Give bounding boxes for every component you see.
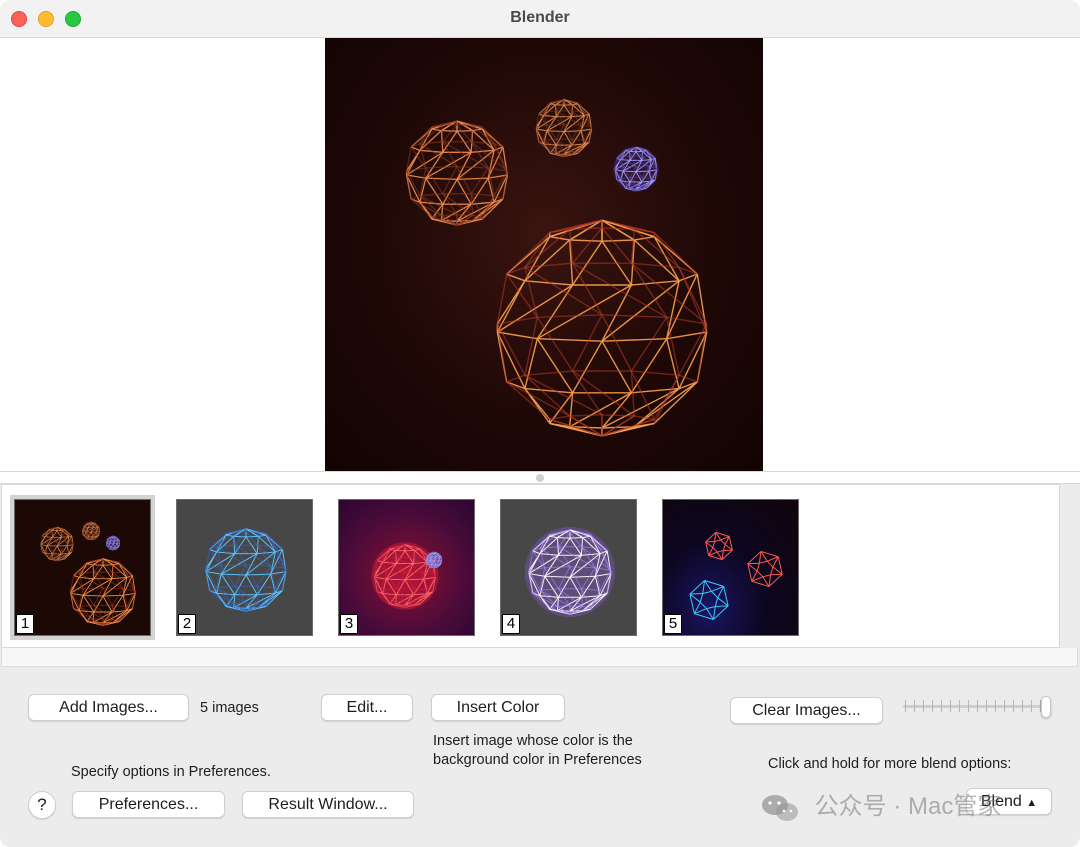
title-bar: Blender xyxy=(0,0,1080,38)
wireframe-sphere xyxy=(82,521,100,541)
slider-tick xyxy=(959,700,960,712)
thumbnail-1[interactable]: 1 xyxy=(14,499,151,636)
preview-image xyxy=(325,38,763,471)
preferences-button[interactable]: Preferences... xyxy=(72,791,225,818)
wireframe-sphere xyxy=(535,99,593,157)
edit-button[interactable]: Edit... xyxy=(321,694,413,721)
triangle-up-icon: ▲ xyxy=(1026,797,1038,809)
blend-slider[interactable] xyxy=(903,696,1053,718)
slider-tick xyxy=(950,700,951,712)
wireframe-sphere xyxy=(205,528,287,612)
slider-tick xyxy=(932,700,933,712)
thumbnail-number: 4 xyxy=(502,614,520,634)
slider-tick xyxy=(995,700,996,712)
wireframe-spheres-image xyxy=(405,99,708,437)
wireframe-polyhedron xyxy=(747,550,783,588)
red-blue-polyhedra-icon xyxy=(689,531,783,620)
insert-color-hint-2: background color in Preferences xyxy=(433,752,642,768)
thumbnail-number: 5 xyxy=(664,614,682,634)
horizontal-scrollbar[interactable] xyxy=(1,648,1078,667)
clear-images-button[interactable]: Clear Images... xyxy=(730,697,883,724)
specify-options-label: Specify options in Preferences. xyxy=(71,764,271,780)
wireframe-sphere xyxy=(70,558,136,626)
thumbnail-4[interactable]: 4 xyxy=(500,499,637,636)
insert-color-hint-1: Insert image whose color is the xyxy=(433,733,633,749)
slider-knob[interactable] xyxy=(1041,696,1051,718)
insert-color-button[interactable]: Insert Color xyxy=(431,694,565,721)
watermark: 公众号 · Mac管家 xyxy=(760,786,1001,823)
thumbnail-area: 1 2 3 4 5 xyxy=(0,484,1080,667)
slider-tick xyxy=(977,700,978,712)
result-window-button[interactable]: Result Window... xyxy=(242,791,414,818)
thumbnail-3[interactable]: 3 xyxy=(338,499,475,636)
slider-track xyxy=(903,705,1045,708)
wireframe-sphere xyxy=(405,120,509,226)
slider-tick xyxy=(941,700,942,712)
thumbnail-number: 1 xyxy=(16,614,34,634)
help-button[interactable]: ? xyxy=(28,791,56,819)
split-view-divider[interactable] xyxy=(0,471,1080,484)
slider-tick xyxy=(1022,700,1023,712)
thumbnail-number: 2 xyxy=(178,614,196,634)
thumbnail-2[interactable]: 2 xyxy=(176,499,313,636)
thumbnail-strip[interactable]: 1 2 3 4 5 xyxy=(1,484,1060,648)
add-images-button[interactable]: Add Images... xyxy=(28,694,189,721)
blender-window: Blender 1 2 3 4 5 Add Images... 5 images… xyxy=(0,0,1080,847)
orange-wireframe-spheres-icon xyxy=(40,521,136,626)
wireframe-sphere xyxy=(371,542,439,610)
slider-tick xyxy=(1013,700,1014,712)
slider-tick xyxy=(1004,700,1005,712)
thumbnail-5[interactable]: 5 xyxy=(662,499,799,636)
wireframe-sphere xyxy=(524,526,616,618)
wireframe-sphere xyxy=(425,551,443,569)
window-title: Blender xyxy=(510,9,570,26)
divider-handle[interactable] xyxy=(536,474,544,482)
slider-tick xyxy=(968,700,969,712)
wireframe-sphere xyxy=(496,219,708,437)
purple-white-sphere-icon xyxy=(524,526,616,618)
red-wireframe-sphere-icon xyxy=(371,542,443,610)
wireframe-sphere xyxy=(612,145,660,193)
watermark-text: 公众号 · Mac管家 xyxy=(814,793,1002,820)
blend-hint-label: Click and hold for more blend options: xyxy=(768,756,1012,772)
wechat-icon xyxy=(762,794,798,821)
wireframe-polyhedron xyxy=(705,531,733,561)
wireframe-sphere xyxy=(40,526,74,562)
image-count-label: 5 images xyxy=(200,700,259,716)
slider-tick xyxy=(923,700,924,712)
slider-tick xyxy=(986,700,987,712)
thumbnail-number: 3 xyxy=(340,614,358,634)
slider-tick xyxy=(905,700,906,712)
blue-wireframe-sphere-icon xyxy=(205,528,287,612)
wireframe-polyhedron xyxy=(689,580,729,620)
slider-tick xyxy=(1031,700,1032,712)
slider-tick xyxy=(914,700,915,712)
wireframe-sphere xyxy=(105,535,121,551)
preview-pane xyxy=(0,38,1080,471)
